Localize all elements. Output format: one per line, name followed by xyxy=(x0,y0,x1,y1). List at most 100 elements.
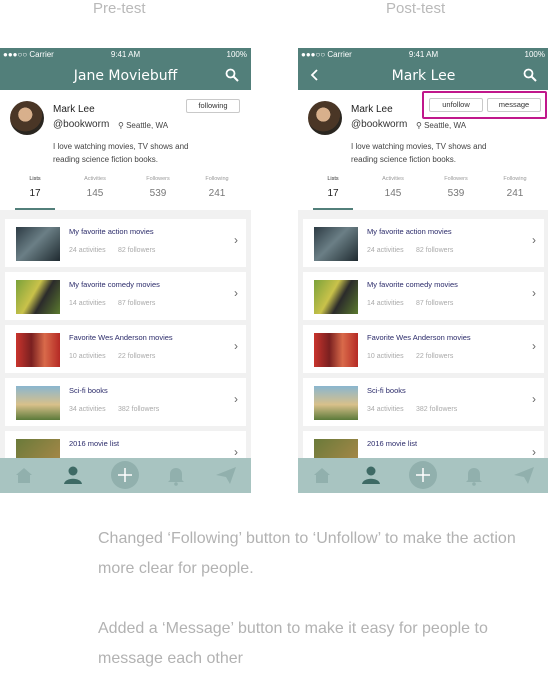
list-thumbnail xyxy=(16,333,60,367)
profile-icon[interactable] xyxy=(61,463,85,487)
list-thumbnail xyxy=(16,227,60,261)
profile-stats: Lists 17 Activities 145 Followers 539 Follo… xyxy=(0,176,251,206)
list-followers: 382 followers xyxy=(416,406,458,413)
chevron-right-icon: › xyxy=(234,445,238,459)
list-activities: 14 activities xyxy=(367,300,404,307)
list-activities: 14 activities xyxy=(69,300,106,307)
home-icon[interactable] xyxy=(12,463,36,487)
add-icon[interactable] xyxy=(110,460,140,490)
list-item[interactable]: Favorite Wes Anderson movies 10 activiti… xyxy=(5,325,246,373)
send-icon[interactable] xyxy=(214,463,238,487)
list-followers: 87 followers xyxy=(118,300,156,307)
profile-location: ⚲ Seattle, WA xyxy=(416,121,467,130)
list-followers: 22 followers xyxy=(416,353,454,360)
chevron-right-icon: › xyxy=(234,286,238,300)
profile-handle: @bookworm xyxy=(53,119,110,130)
profile-header: Mark Lee @bookworm ⚲ Seattle, WA I love … xyxy=(298,90,548,210)
list-item[interactable]: Sci-fi books 34 activities 382 followers… xyxy=(303,378,544,426)
search-icon[interactable] xyxy=(523,68,537,82)
bell-icon[interactable] xyxy=(462,463,486,487)
list-title: Favorite Wes Anderson movies xyxy=(69,333,173,342)
list-thumbnail xyxy=(16,280,60,314)
list-title: Sci-fi books xyxy=(367,386,406,395)
chevron-right-icon: › xyxy=(532,233,536,247)
list-item[interactable]: My favorite action movies 24 activities … xyxy=(5,219,246,267)
battery-label: 100% xyxy=(226,50,247,59)
following-button[interactable]: following xyxy=(186,99,240,113)
stat-activities[interactable]: Activities 145 xyxy=(75,176,115,199)
status-bar: ●●●○○ Carrier 9:41 AM 100% xyxy=(298,48,548,62)
profile-stats: Lists 17 Activities 145 Followers 539 Follo… xyxy=(298,176,548,206)
stat-lists[interactable]: Lists 17 xyxy=(313,176,353,199)
active-tab-underline xyxy=(15,208,55,210)
avatar xyxy=(10,101,44,135)
chevron-right-icon: › xyxy=(532,392,536,406)
list-item[interactable]: Sci-fi books 34 activities 382 followers… xyxy=(5,378,246,426)
list-followers: 382 followers xyxy=(118,406,160,413)
list-activities: 34 activities xyxy=(69,406,106,413)
list-thumbnail xyxy=(314,280,358,314)
list-thumbnail xyxy=(314,386,358,420)
profile-handle: @bookworm xyxy=(351,119,408,130)
nav-bar: Jane Moviebuff xyxy=(0,62,251,90)
profile-name: Mark Lee xyxy=(351,104,393,115)
profile-bio: I love watching movies, TV shows and rea… xyxy=(53,142,189,164)
list-thumbnail xyxy=(16,386,60,420)
tab-bar xyxy=(298,458,548,493)
list-title: 2016 movie list xyxy=(69,439,120,448)
list-thumbnail xyxy=(314,333,358,367)
list-activities: 24 activities xyxy=(367,247,404,254)
list-followers: 87 followers xyxy=(416,300,454,307)
add-icon[interactable] xyxy=(408,460,438,490)
list-followers: 22 followers xyxy=(118,353,156,360)
list-thumbnail xyxy=(314,227,358,261)
list-title: My favorite comedy movies xyxy=(69,280,160,289)
message-button[interactable]: message xyxy=(487,98,541,112)
list-activities: 34 activities xyxy=(367,406,404,413)
home-icon[interactable] xyxy=(310,463,334,487)
status-time: 9:41 AM xyxy=(110,50,141,59)
chevron-right-icon: › xyxy=(234,339,238,353)
stat-followers[interactable]: Followers 539 xyxy=(138,176,178,199)
list-item[interactable]: My favorite comedy movies 14 activities … xyxy=(303,272,544,320)
list-activities: 10 activities xyxy=(69,353,106,360)
profile-name: Mark Lee xyxy=(53,104,95,115)
list-title: Favorite Wes Anderson movies xyxy=(367,333,471,342)
chevron-right-icon: › xyxy=(532,445,536,459)
list-activities: 10 activities xyxy=(367,353,404,360)
stat-following[interactable]: Following 241 xyxy=(495,176,535,199)
page-title: Jane Moviebuff xyxy=(73,68,178,84)
list-activities: 24 activities xyxy=(69,247,106,254)
list-followers: 82 followers xyxy=(416,247,454,254)
send-icon[interactable] xyxy=(512,463,536,487)
battery-label: 100% xyxy=(524,50,545,59)
location-pin-icon: ⚲ xyxy=(416,121,422,130)
avatar xyxy=(308,101,342,135)
search-icon[interactable] xyxy=(225,68,239,82)
list-item[interactable]: My favorite action movies 24 activities … xyxy=(303,219,544,267)
list-title: My favorite action movies xyxy=(69,227,154,236)
unfollow-button[interactable]: unfollow xyxy=(429,98,483,112)
stat-following[interactable]: Following 241 xyxy=(197,176,237,199)
list-title: My favorite action movies xyxy=(367,227,452,236)
list-item[interactable]: My favorite comedy movies 14 activities … xyxy=(5,272,246,320)
annotation-unfollow: Changed ‘Following’ button to ‘Unfollow’… xyxy=(98,530,516,577)
bell-icon[interactable] xyxy=(164,463,188,487)
chevron-right-icon: › xyxy=(532,339,536,353)
stat-followers[interactable]: Followers 539 xyxy=(436,176,476,199)
profile-bio: I love watching movies, TV shows and rea… xyxy=(351,142,487,164)
status-bar: ●●●○○ Carrier 9:41 AM 100% xyxy=(0,48,251,62)
list-item[interactable]: Favorite Wes Anderson movies 10 activiti… xyxy=(303,325,544,373)
stat-activities[interactable]: Activities 145 xyxy=(373,176,413,199)
profile-location: ⚲ Seattle, WA xyxy=(118,121,169,130)
stat-lists[interactable]: Lists 17 xyxy=(15,176,55,199)
page-title: Mark Lee xyxy=(391,68,456,84)
pre-test-caption: Pre-test xyxy=(93,0,146,17)
profile-icon[interactable] xyxy=(359,463,383,487)
list-title: 2016 movie list xyxy=(367,439,418,448)
chevron-right-icon: › xyxy=(234,392,238,406)
list-title: Sci-fi books xyxy=(69,386,108,395)
active-tab-underline xyxy=(313,208,353,210)
location-pin-icon: ⚲ xyxy=(118,121,124,130)
tab-bar xyxy=(0,458,251,493)
